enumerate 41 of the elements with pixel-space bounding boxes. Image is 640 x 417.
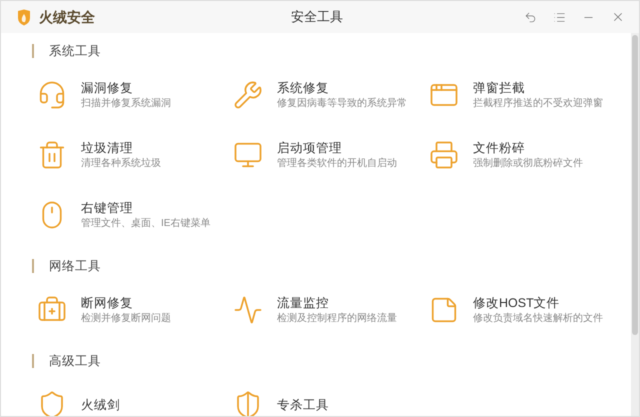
section-title: 网络工具 [49, 258, 101, 275]
back-icon[interactable] [524, 10, 537, 24]
tool-title[interactable]: 弹窗拦截 [473, 79, 603, 97]
tool-title[interactable]: 垃圾清理 [81, 139, 161, 157]
app-name: 火绒安全 [39, 8, 95, 26]
tool-description: 拦截程序推送的不受欢迎弹窗 [473, 97, 603, 111]
tool-title[interactable]: 断网修复 [81, 294, 171, 312]
scrollbar[interactable] [631, 33, 639, 416]
section-title: 系统工具 [49, 42, 101, 60]
tool-title[interactable]: 专杀工具 [277, 396, 329, 414]
section-marker [32, 44, 34, 58]
scrollbar-thumb[interactable] [632, 35, 638, 335]
tool-description: 扫描并修复系统漏洞 [81, 97, 171, 111]
tool-description: 清理各种系统垃圾 [81, 157, 161, 171]
section-title: 高级工具 [49, 352, 101, 370]
tool-title[interactable]: 启动项管理 [277, 139, 397, 157]
flame-shield-logo-icon [17, 8, 31, 26]
tool-description: 管理各类软件的开机自启动 [277, 157, 397, 171]
pulse-icon [233, 295, 263, 325]
section-marker [32, 259, 34, 273]
tool-title[interactable]: 系统修复 [277, 79, 407, 97]
note-icon [429, 295, 459, 325]
close-icon[interactable] [611, 10, 625, 24]
tool-title[interactable]: 右键管理 [81, 199, 210, 217]
tool-description: 强制删除或彻底粉碎文件 [473, 157, 583, 171]
wrench-icon [233, 80, 263, 110]
tool-description: 修改负责域名快速解析的文件 [473, 312, 603, 326]
tool-description: 检测并修复断网问题 [81, 312, 171, 326]
tool-title[interactable]: 文件粉碎 [473, 139, 583, 157]
monitor-icon [233, 140, 263, 170]
tool-title[interactable]: 火绒剑 [81, 396, 120, 414]
section-marker [32, 354, 34, 368]
tool-title[interactable]: 流量监控 [277, 294, 397, 312]
headset-icon [37, 80, 67, 110]
tool-description: 管理文件、桌面、IE右键菜单 [81, 217, 210, 231]
tool-description: 修复因病毒等导致的系统异常 [277, 97, 407, 111]
window-title: 安全工具 [291, 8, 343, 26]
tool-title[interactable]: 漏洞修复 [81, 79, 171, 97]
tool-title[interactable]: 修改HOST文件 [473, 294, 603, 312]
trash-icon [37, 140, 67, 170]
tool-description: 检测及控制程序的网络流量 [277, 312, 397, 326]
